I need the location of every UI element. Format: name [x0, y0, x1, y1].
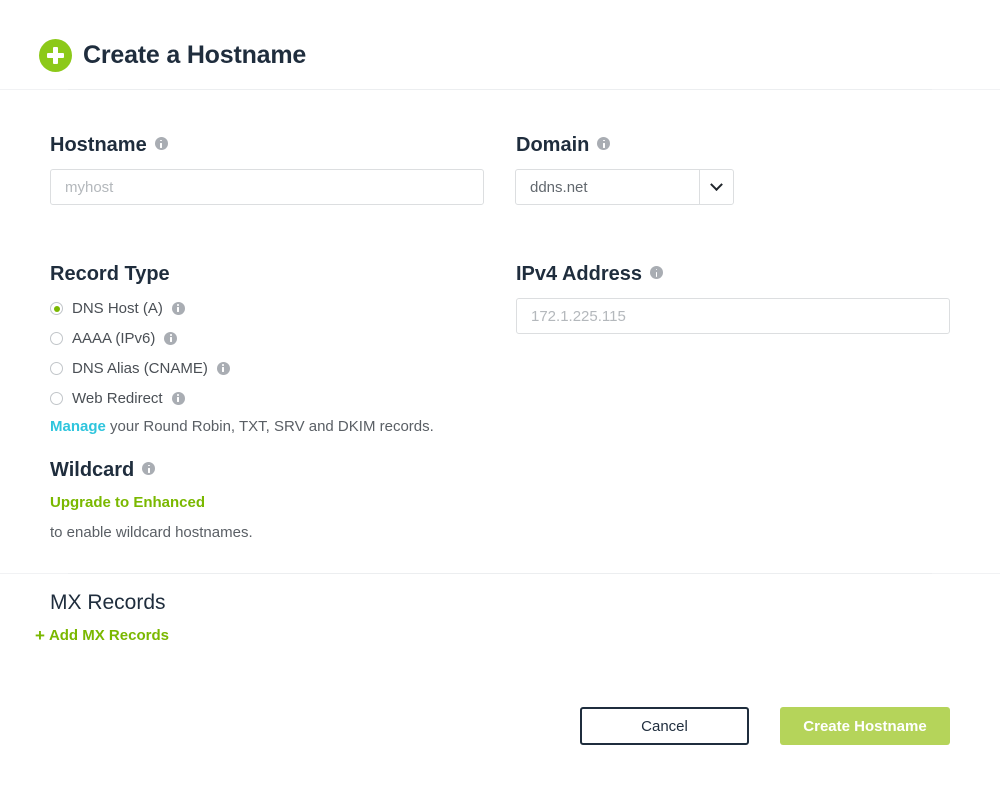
record-type-label-text: Record Type [50, 263, 170, 285]
web-redirect-info-icon[interactable] [171, 392, 185, 405]
add-mx-records-link[interactable]: + Add MX Records [35, 627, 169, 644]
hostname-label-text: Hostname [50, 134, 147, 156]
hostname-label: Hostname [50, 134, 168, 157]
radio-aaaa-ipv6[interactable]: AAAA (IPv6) [50, 330, 178, 347]
radio-label: AAAA (IPv6) [72, 330, 156, 347]
domain-label-text: Domain [516, 134, 590, 156]
radio-indicator[interactable] [50, 302, 63, 315]
ipv4-label-text: IPv4 Address [516, 263, 642, 285]
radio-indicator[interactable] [50, 362, 63, 375]
dns-host-info-icon[interactable] [171, 302, 185, 315]
domain-select[interactable]: ddns.net [515, 169, 734, 205]
wildcard-note: to enable wildcard hostnames. [50, 524, 253, 541]
cancel-button[interactable]: Cancel [580, 707, 749, 745]
radio-indicator[interactable] [50, 392, 63, 405]
page-title: Create a Hostname [83, 41, 307, 69]
wildcard-label: Wildcard [50, 459, 156, 482]
wildcard-label-text: Wildcard [50, 459, 135, 481]
radio-label: DNS Alias (CNAME) [72, 360, 208, 377]
wildcard-info-icon[interactable] [142, 462, 156, 476]
ipv4-info-icon[interactable] [650, 266, 663, 280]
aaaa-info-icon[interactable] [164, 332, 178, 345]
plus-icon: + [35, 626, 45, 645]
header-divider-inset [68, 89, 932, 90]
chevron-down-icon[interactable] [699, 170, 733, 204]
ipv4-label: IPv4 Address [516, 263, 663, 286]
create-hostname-button[interactable]: Create Hostname [780, 707, 950, 745]
radio-label: DNS Host (A) [72, 300, 163, 317]
manage-records-text: your Round Robin, TXT, SRV and DKIM reco… [105, 418, 434, 435]
radio-web-redirect[interactable]: Web Redirect [50, 390, 185, 407]
record-type-label: Record Type [50, 263, 170, 286]
radio-dns-host-a[interactable]: DNS Host (A) [50, 300, 185, 317]
cname-info-icon[interactable] [216, 362, 230, 375]
hostname-input[interactable] [50, 169, 484, 205]
domain-select-value: ddns.net [530, 178, 588, 196]
create-hostname-page: Create a Hostname Hostname Domain ddns.n… [0, 0, 1000, 796]
page-header: Create a Hostname [0, 0, 1000, 89]
ipv4-input[interactable] [516, 298, 950, 334]
radio-indicator[interactable] [50, 332, 63, 345]
radio-label: Web Redirect [72, 390, 163, 407]
domain-label: Domain [516, 134, 611, 157]
radio-dns-alias-cname[interactable]: DNS Alias (CNAME) [50, 360, 230, 377]
mx-records-title: MX Records [50, 591, 166, 614]
upgrade-to-enhanced-link[interactable]: Upgrade to Enhanced [50, 494, 205, 511]
add-mx-records-label: Add MX Records [48, 627, 169, 644]
mx-divider-inset [68, 573, 932, 574]
manage-records-link[interactable]: Manage [50, 418, 106, 435]
plus-circle-icon [39, 39, 72, 72]
manage-records-line: Manage your Round Robin, TXT, SRV and DK… [50, 418, 434, 435]
hostname-info-icon[interactable] [154, 137, 168, 151]
domain-info-icon[interactable] [597, 137, 611, 151]
